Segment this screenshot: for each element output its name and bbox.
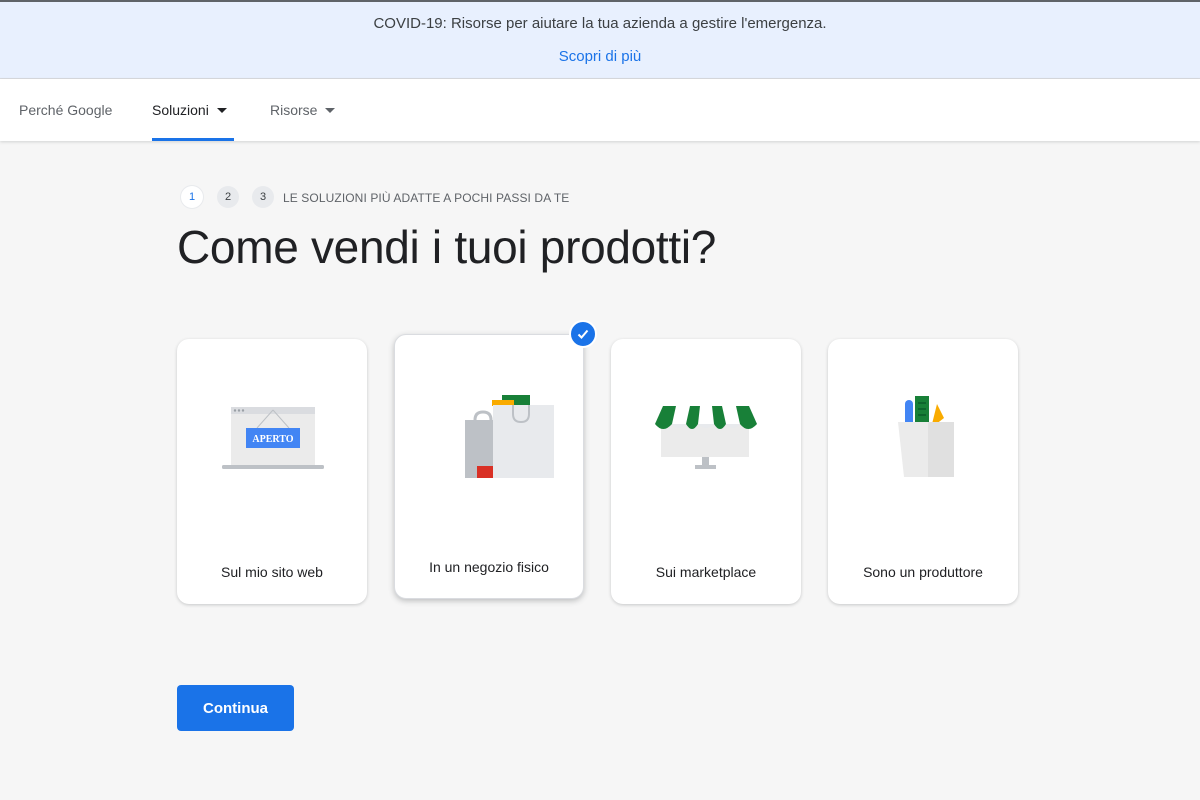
top-nav: Perché Google Soluzioni Risorse: [0, 79, 1200, 141]
laptop-open-sign-icon: APERTO: [222, 407, 324, 469]
active-tab-indicator: [152, 138, 234, 141]
page-title: Come vendi i tuoi prodotti?: [177, 221, 717, 273]
continue-button[interactable]: Continua: [177, 685, 294, 731]
card-label: In un negozio fisico: [429, 559, 549, 575]
step-1: 1: [181, 186, 203, 208]
card-label: Sul mio sito web: [221, 564, 323, 580]
nav-item-resources[interactable]: Risorse: [270, 79, 336, 141]
producer-bag-icon: [898, 396, 954, 477]
banner-learn-more-link[interactable]: Scopri di più: [0, 48, 1200, 65]
banner-text: COVID-19: Risorse per aiutare la tua azi…: [373, 15, 827, 32]
sign-text: APERTO: [252, 434, 293, 445]
card-label: Sono un produttore: [863, 564, 983, 580]
nav-item-why-google[interactable]: Perché Google: [19, 79, 112, 141]
nav-item-label: Soluzioni: [152, 102, 209, 118]
option-card-website[interactable]: APERTO Sul mio sito web: [177, 339, 367, 604]
selected-check-icon: [569, 320, 597, 348]
market-stall-icon: [655, 406, 757, 469]
covid-banner: COVID-19: Risorse per aiutare la tua azi…: [0, 2, 1200, 79]
nav-item-label: Perché Google: [19, 102, 113, 118]
step-2: 2: [217, 186, 239, 208]
option-card-producer[interactable]: Sono un produttore: [828, 339, 1018, 604]
caret-down-icon: [325, 107, 336, 113]
option-card-physical-store[interactable]: In un negozio fisico: [394, 334, 584, 599]
caret-down-icon: [216, 107, 227, 113]
nav-item-solutions[interactable]: Soluzioni: [152, 79, 227, 141]
step-3: 3: [252, 186, 274, 208]
steps-label: LE SOLUZIONI PIÙ ADATTE A POCHI PASSI DA…: [283, 191, 570, 205]
shopping-bags-icon: [465, 395, 554, 478]
option-card-marketplace[interactable]: Sui marketplace: [611, 339, 801, 604]
nav-item-label: Risorse: [270, 102, 318, 118]
card-label: Sui marketplace: [655, 564, 757, 580]
